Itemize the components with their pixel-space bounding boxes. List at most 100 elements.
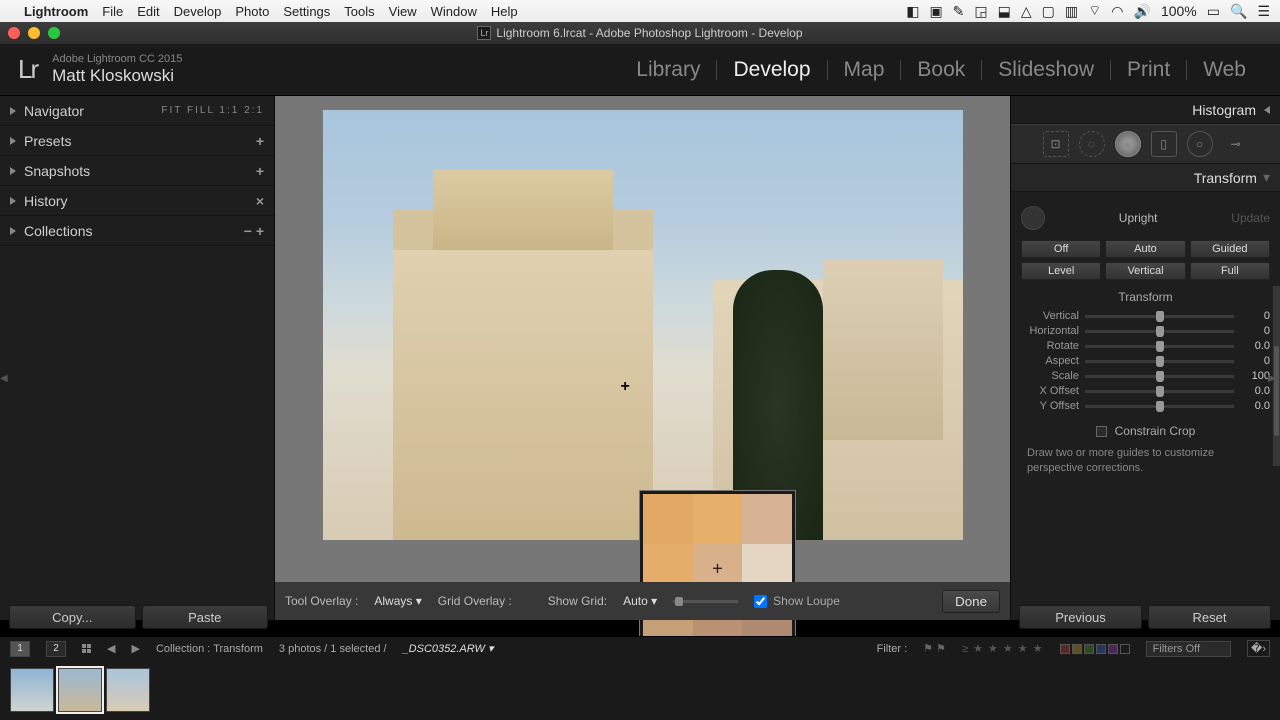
slider-aspect[interactable]: Aspect0 [1021, 355, 1270, 367]
upright-auto-button[interactable]: Auto [1105, 240, 1185, 258]
grid-view-icon[interactable] [82, 644, 91, 653]
slider-value[interactable]: 100 [1234, 370, 1270, 382]
disclosure-icon[interactable] [1264, 106, 1270, 114]
slider-track[interactable] [1085, 330, 1234, 333]
color-label-filter[interactable] [1060, 644, 1130, 654]
history-header[interactable]: History × [0, 186, 274, 216]
guide-cursor-icon[interactable]: + [621, 378, 630, 396]
update-button[interactable]: Update [1231, 211, 1270, 225]
slider-value[interactable]: 0.0 [1234, 385, 1270, 397]
battery-icon[interactable]: ▭ [1207, 3, 1220, 20]
upright-full-button[interactable]: Full [1190, 262, 1270, 280]
thumbnail-selected[interactable] [58, 668, 102, 712]
navigator-modes[interactable]: FIT FILL 1:1 2:1 [161, 105, 264, 116]
redeye-tool-icon[interactable]: ◉ [1115, 131, 1141, 157]
left-panel-toggle[interactable]: ◀ [0, 358, 12, 398]
clear-history-button[interactable]: × [256, 193, 264, 209]
nav-back-icon[interactable]: ◀ [107, 642, 115, 655]
add-snapshot-button[interactable]: + [256, 163, 264, 179]
photo-preview[interactable]: + [323, 110, 963, 540]
module-library[interactable]: Library [620, 58, 716, 82]
slider-track[interactable] [1085, 375, 1234, 378]
show-loupe-input[interactable] [754, 595, 767, 608]
module-map[interactable]: Map [828, 58, 901, 82]
module-book[interactable]: Book [901, 58, 981, 82]
slider-vertical[interactable]: Vertical0 [1021, 310, 1270, 322]
menu-edit[interactable]: Edit [137, 4, 159, 19]
slider-value[interactable]: 0.0 [1234, 340, 1270, 352]
slider-rotate[interactable]: Rotate0.0 [1021, 340, 1270, 352]
tool-overlay-popup[interactable]: Always ▾ [374, 594, 421, 608]
upright-level-button[interactable]: Level [1021, 262, 1101, 280]
slider-handle[interactable] [1156, 401, 1164, 412]
slider-y-offset[interactable]: Y Offset0.0 [1021, 400, 1270, 412]
menubar-icon[interactable]: ▣ [929, 3, 942, 20]
slider-handle[interactable] [1156, 386, 1164, 397]
slider-x-offset[interactable]: X Offset0.0 [1021, 385, 1270, 397]
app-name[interactable]: Lightroom [24, 4, 88, 19]
slider-track[interactable] [1085, 360, 1234, 363]
filmstrip[interactable] [0, 660, 1280, 720]
slider-handle[interactable] [1156, 341, 1164, 352]
navigator-header[interactable]: Navigator FIT FILL 1:1 2:1 [0, 96, 274, 126]
slider-value[interactable]: 0 [1234, 310, 1270, 322]
slider-track[interactable] [1085, 405, 1234, 408]
close-icon[interactable] [8, 27, 20, 39]
disclosure-icon[interactable] [10, 107, 16, 115]
slider-value[interactable]: 0 [1234, 325, 1270, 337]
wifi-icon[interactable]: ◠ [1111, 3, 1123, 20]
module-develop[interactable]: Develop [717, 58, 826, 82]
thumbnail[interactable] [10, 668, 54, 712]
grid-size-slider[interactable] [673, 600, 738, 603]
module-print[interactable]: Print [1111, 58, 1186, 82]
menubar-icon[interactable]: ▥ [1065, 3, 1078, 20]
slider-handle[interactable] [1156, 326, 1164, 337]
minimize-icon[interactable] [28, 27, 40, 39]
menu-settings[interactable]: Settings [283, 4, 330, 19]
airplay-icon[interactable]: ▢ [1042, 3, 1055, 20]
collection-buttons[interactable]: − + [244, 223, 264, 239]
upright-vertical-button[interactable]: Vertical [1105, 262, 1185, 280]
drive-icon[interactable]: △ [1021, 3, 1032, 20]
menu-tools[interactable]: Tools [344, 4, 374, 19]
module-slideshow[interactable]: Slideshow [982, 58, 1110, 82]
snapshots-header[interactable]: Snapshots + [0, 156, 274, 186]
reset-button[interactable]: Reset [1148, 605, 1271, 629]
current-file[interactable]: _DSC0352.ARW ▾ [403, 642, 494, 655]
crop-tool-icon[interactable]: ⊡ [1043, 131, 1069, 157]
loupe-magnifier[interactable]: + [640, 491, 795, 646]
show-grid-popup[interactable]: Auto ▾ [623, 594, 657, 608]
menu-icon[interactable]: ☰ [1257, 3, 1270, 20]
add-preset-button[interactable]: + [256, 133, 264, 149]
show-loupe-checkbox[interactable]: Show Loupe [754, 594, 840, 608]
histogram-header[interactable]: Histogram [1011, 96, 1280, 124]
right-panel-toggle[interactable]: ▶ [1268, 358, 1280, 398]
collections-header[interactable]: Collections − + [0, 216, 274, 246]
menubar-icon[interactable]: ◧ [906, 3, 919, 20]
menu-file[interactable]: File [102, 4, 123, 19]
upright-guided-button[interactable]: Guided [1190, 240, 1270, 258]
grad-filter-icon[interactable]: ▯ [1151, 131, 1177, 157]
dropbox-icon[interactable]: ⬓ [998, 3, 1011, 20]
done-button[interactable]: Done [942, 590, 1000, 613]
slider-handle[interactable] [1156, 356, 1164, 367]
slider-track[interactable] [1085, 390, 1234, 393]
menu-photo[interactable]: Photo [235, 4, 269, 19]
filter-lock-icon[interactable]: �› [1247, 640, 1270, 657]
presets-header[interactable]: Presets + [0, 126, 274, 156]
zoom-icon[interactable] [48, 27, 60, 39]
slider-horizontal[interactable]: Horizontal0 [1021, 325, 1270, 337]
brush-tool-icon[interactable]: ⊸ [1223, 131, 1249, 157]
spotlight-icon[interactable]: 🔍 [1230, 3, 1247, 20]
constrain-crop-checkbox[interactable] [1096, 426, 1107, 437]
evernote-icon[interactable]: ✎ [953, 3, 965, 20]
upright-off-button[interactable]: Off [1021, 240, 1101, 258]
menu-help[interactable]: Help [491, 4, 518, 19]
menu-window[interactable]: Window [431, 4, 477, 19]
thumbnail[interactable] [106, 668, 150, 712]
previous-button[interactable]: Previous [1019, 605, 1142, 629]
radial-filter-icon[interactable]: ○ [1187, 131, 1213, 157]
traffic-lights[interactable] [8, 27, 60, 39]
menubar-icon[interactable]: ◲ [974, 3, 987, 20]
menu-view[interactable]: View [389, 4, 417, 19]
